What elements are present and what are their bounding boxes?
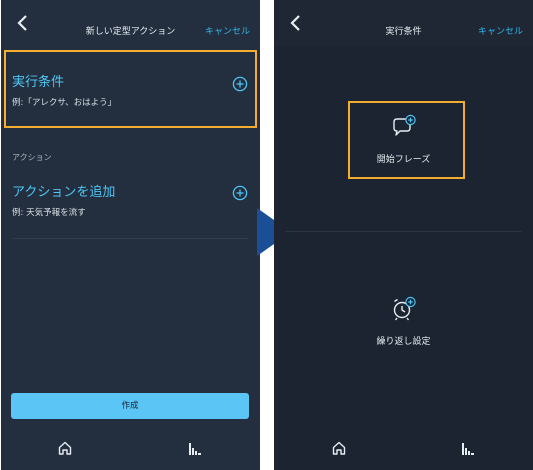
options-divider bbox=[285, 231, 522, 232]
header-bar: 新しい定型アクション キャンセル bbox=[1, 0, 260, 46]
action-section-example: 例: 天気予報を流す bbox=[12, 208, 86, 218]
header-bar: 実行条件 キャンセル bbox=[274, 0, 533, 46]
trigger-selection-screen: 実行条件 キャンセル 開始フレーズ 繰り返し設定 bbox=[274, 0, 533, 470]
action-section-divider bbox=[12, 238, 249, 239]
activity-icon[interactable] bbox=[187, 441, 203, 457]
start-phrase-highlight bbox=[348, 101, 465, 179]
new-routine-screen: 新しい定型アクション キャンセル 実行条件 例:「アレクサ、おはよう」 アクショ… bbox=[1, 0, 260, 470]
cancel-button[interactable]: キャンセル bbox=[205, 24, 250, 37]
action-section-title[interactable]: アクションを追加 bbox=[12, 181, 115, 200]
trigger-section-example: 例:「アレクサ、おはよう」 bbox=[12, 98, 117, 108]
add-trigger-plus-icon[interactable] bbox=[232, 76, 248, 92]
home-icon[interactable] bbox=[57, 440, 73, 456]
add-action-plus-icon[interactable] bbox=[232, 185, 248, 201]
action-section-label: アクション bbox=[12, 153, 52, 162]
repeat-settings-option[interactable]: 繰り返し設定 bbox=[274, 334, 533, 347]
create-button[interactable]: 作成 bbox=[11, 393, 249, 419]
home-icon[interactable] bbox=[331, 440, 347, 456]
cancel-button[interactable]: キャンセル bbox=[478, 24, 523, 37]
trigger-section-title[interactable]: 実行条件 bbox=[12, 71, 64, 90]
speech-bubble-plus-icon[interactable] bbox=[390, 114, 416, 140]
alarm-clock-plus-icon[interactable] bbox=[390, 296, 416, 322]
activity-icon[interactable] bbox=[460, 441, 476, 457]
start-phrase-option[interactable]: 開始フレーズ bbox=[274, 152, 533, 165]
